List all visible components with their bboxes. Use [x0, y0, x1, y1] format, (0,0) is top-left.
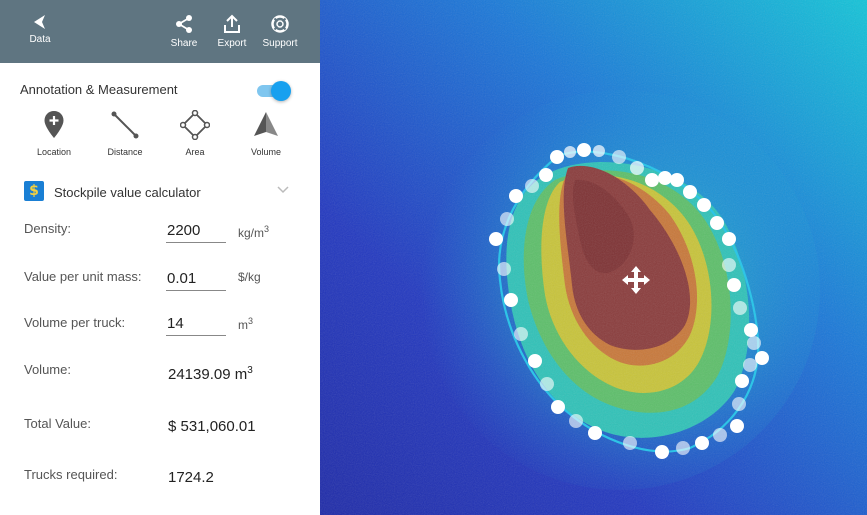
- annotation-title: Annotation & Measurement: [20, 82, 178, 97]
- support-label: Support: [262, 38, 298, 49]
- export-label: Export: [217, 38, 247, 49]
- polygon-handle[interactable]: [722, 232, 736, 246]
- share-label: Share: [170, 38, 198, 49]
- volume-per-truck-unit: m3: [238, 316, 254, 332]
- top-toolbar: Data Share Export Support: [0, 0, 320, 63]
- volume-tool-label: Volume: [250, 147, 282, 157]
- polygon-handle[interactable]: [514, 327, 528, 341]
- polygon-handle[interactable]: [539, 168, 553, 182]
- polygon-handle[interactable]: [683, 185, 697, 199]
- terrain-map[interactable]: [320, 0, 867, 515]
- value-per-mass-unit: $/kg: [238, 270, 261, 284]
- polygon-handle[interactable]: [743, 358, 757, 372]
- polygon-handle[interactable]: [593, 145, 605, 157]
- share-button[interactable]: Share: [168, 0, 200, 63]
- area-tool-label: Area: [185, 147, 205, 157]
- polygon-handle[interactable]: [713, 428, 727, 442]
- polygon-handle[interactable]: [655, 445, 669, 459]
- polygon-handle[interactable]: [730, 419, 744, 433]
- polygon-handle[interactable]: [489, 232, 503, 246]
- density-input[interactable]: [166, 219, 226, 243]
- annotation-toggle[interactable]: [257, 81, 291, 101]
- polygon-handle[interactable]: [550, 150, 564, 164]
- side-panel: Data Share Export Support Annotation & M…: [0, 0, 320, 515]
- polygon-handle[interactable]: [540, 377, 554, 391]
- distance-tool-button[interactable]: Distance: [93, 110, 157, 162]
- data-back-button[interactable]: Data: [22, 0, 58, 63]
- polygon-handle[interactable]: [525, 179, 539, 193]
- chevron-down-icon[interactable]: [276, 183, 290, 197]
- trucks-required-value: 1724.2: [168, 469, 214, 486]
- polygon-handle[interactable]: [588, 426, 602, 440]
- data-label: Data: [29, 34, 51, 45]
- polygon-handle[interactable]: [755, 351, 769, 365]
- location-tool-button[interactable]: Location: [22, 110, 86, 162]
- polygon-handle[interactable]: [497, 262, 511, 276]
- polygon-handle[interactable]: [695, 436, 709, 450]
- polygon-handle[interactable]: [564, 146, 576, 158]
- back-arrow-icon: [34, 15, 45, 29]
- location-tool-label: Location: [36, 147, 72, 157]
- polygon-handle[interactable]: [551, 400, 565, 414]
- ruler-line-icon: [111, 111, 139, 139]
- pyramid-volume-icon: [254, 112, 278, 136]
- polygon-area-icon: [180, 110, 210, 140]
- density-unit: kg/m3: [238, 224, 270, 240]
- calculator-title: Stockpile value calculator: [54, 185, 201, 200]
- value-per-mass-label: Value per unit mass:: [24, 269, 142, 284]
- polygon-handle[interactable]: [722, 258, 736, 272]
- polygon-handle[interactable]: [747, 336, 761, 350]
- area-tool-button[interactable]: Area: [163, 110, 227, 162]
- toggle-knob: [271, 81, 291, 101]
- terrain-map-canvas[interactable]: [320, 0, 867, 515]
- polygon-handle[interactable]: [509, 189, 523, 203]
- calculator-header[interactable]: $ Stockpile value calculator: [24, 181, 296, 205]
- volume-value: 24139.09 m3: [168, 365, 253, 383]
- polygon-handle[interactable]: [697, 198, 711, 212]
- polygon-handle[interactable]: [569, 414, 583, 428]
- polygon-handle[interactable]: [676, 441, 690, 455]
- polygon-handle[interactable]: [732, 397, 746, 411]
- polygon-handle[interactable]: [504, 293, 518, 307]
- polygon-handle[interactable]: [727, 278, 741, 292]
- volume-label: Volume:: [24, 362, 71, 377]
- support-button[interactable]: Support: [260, 0, 300, 63]
- density-label: Density:: [24, 221, 71, 236]
- polygon-handle[interactable]: [500, 212, 514, 226]
- polygon-handle[interactable]: [733, 301, 747, 315]
- polygon-handle[interactable]: [612, 150, 626, 164]
- polygon-handle[interactable]: [623, 436, 637, 450]
- location-pin-icon: [44, 111, 64, 138]
- volume-tool-button[interactable]: Volume: [234, 110, 298, 162]
- dollar-icon: $: [24, 181, 44, 201]
- polygon-handle[interactable]: [645, 173, 659, 187]
- lifebuoy-icon: [271, 15, 289, 33]
- volume-per-truck-label: Volume per truck:: [24, 315, 126, 330]
- volume-per-truck-input[interactable]: [166, 312, 226, 336]
- trucks-required-label: Trucks required:: [24, 467, 118, 482]
- polygon-handle[interactable]: [670, 173, 684, 187]
- polygon-handle[interactable]: [735, 374, 749, 388]
- polygon-handle[interactable]: [658, 171, 672, 185]
- polygon-handle[interactable]: [630, 161, 644, 175]
- export-icon: [224, 14, 240, 33]
- export-button[interactable]: Export: [214, 0, 250, 63]
- polygon-handle[interactable]: [577, 143, 591, 157]
- distance-tool-label: Distance: [107, 147, 143, 157]
- polygon-handle[interactable]: [710, 216, 724, 230]
- value-per-mass-input[interactable]: [166, 267, 226, 291]
- total-value-label: Total Value:: [24, 416, 91, 431]
- polygon-handle[interactable]: [528, 354, 542, 368]
- polygon-handle[interactable]: [744, 323, 758, 337]
- total-value: $ 531,060.01: [168, 418, 256, 435]
- share-icon: [176, 15, 192, 33]
